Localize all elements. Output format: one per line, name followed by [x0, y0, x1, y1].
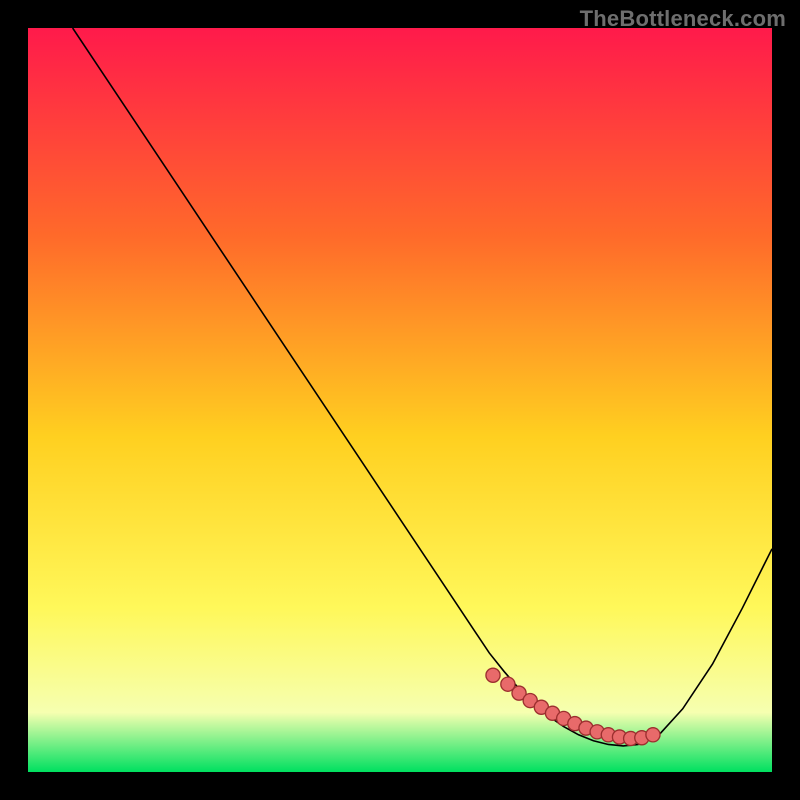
- optimal-dot: [486, 668, 500, 682]
- watermark-label: TheBottleneck.com: [580, 6, 786, 32]
- outer-frame: TheBottleneck.com: [0, 0, 800, 800]
- gradient-background: [28, 28, 772, 772]
- optimal-dot: [646, 728, 660, 742]
- bottleneck-chart: [28, 28, 772, 772]
